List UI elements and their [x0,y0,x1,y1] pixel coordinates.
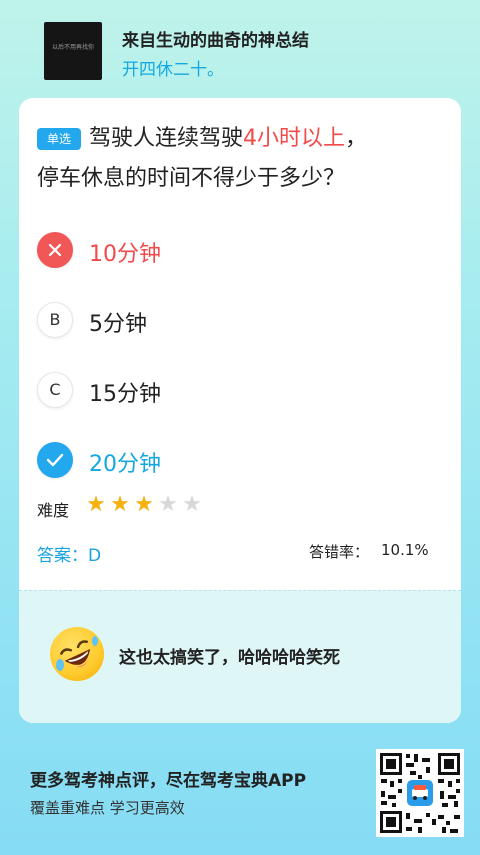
question-card: 单选 驾驶人连续驾驶4小时以上， 停车休息的时间不得少于多少？ 10分钟 B 5… [19,98,461,723]
thumbnail-caption: 以后不用再找你 [51,44,94,51]
option-b[interactable]: B 5分钟 [37,300,437,340]
error-rate-value: 10.1% [381,541,429,559]
star-empty-icon: ★ [182,492,204,517]
star-empty-icon: ★ [158,492,180,517]
option-d[interactable]: 20分钟 [37,440,437,480]
footer-subtitle: 覆盖重难点 学习更高效 [30,799,185,817]
question-text-after: ， [345,126,368,151]
option-b-label: 5分钟 [89,312,147,337]
option-b-marker: B [37,302,73,338]
error-rate-label: 答错率： [309,543,370,561]
close-icon [37,232,73,268]
option-a-label: 10分钟 [89,242,161,267]
qr-code [376,749,464,837]
comment-text: 这也太搞笑了，哈哈哈哈笑死 [119,648,340,668]
question-text-line2: 停车休息的时间不得少于多少？ [37,166,346,191]
header-subtitle: 开四休二十。 [122,60,224,80]
star-icon: ★ [110,492,132,517]
option-d-label: 20分钟 [89,452,161,477]
rolling-laughing-emoji-icon [50,627,104,681]
question-highlight: 4小时以上 [243,126,346,151]
option-c[interactable]: C 15分钟 [37,370,437,410]
header: 以后不用再找你 来自生动的曲奇的神总结 开四休二十。 [0,0,480,95]
header-title: 来自生动的曲奇的神总结 [122,31,309,51]
star-icon: ★ [134,492,156,517]
footer-title: 更多驾考神点评，尽在驾考宝典APP [30,771,307,791]
question-section: 单选 驾驶人连续驾驶4小时以上， 停车休息的时间不得少于多少？ 10分钟 B 5… [19,98,461,590]
comment-section: 这也太搞笑了，哈哈哈哈笑死 [19,590,461,723]
option-c-label: 15分钟 [89,382,161,407]
difficulty-stars: ★ ★ ★ ★ ★ [85,492,205,517]
option-a[interactable]: 10分钟 [37,230,437,270]
star-icon: ★ [86,492,108,517]
answer-text: 答案：D [37,546,102,566]
question-type-badge: 单选 [37,128,81,150]
video-thumbnail[interactable]: 以后不用再找你 [44,22,102,80]
question-text-line1: 驾驶人连续驾驶4小时以上， [89,120,367,152]
option-c-marker: C [37,372,73,408]
question-text-before: 驾驶人连续驾驶 [89,126,244,151]
check-icon [37,442,73,478]
difficulty-label: 难度 [37,501,70,520]
